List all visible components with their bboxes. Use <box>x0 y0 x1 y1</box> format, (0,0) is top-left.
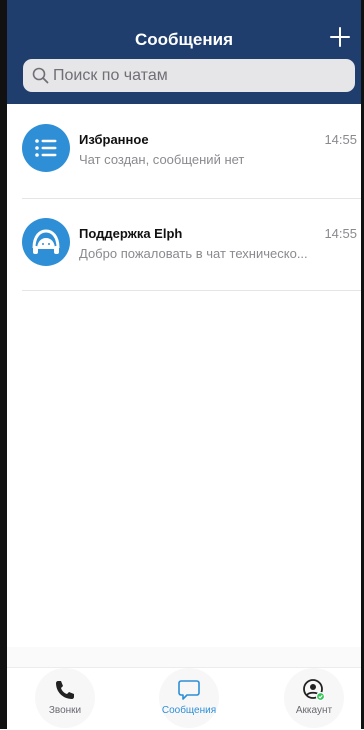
chat-preview: Чат создан, сообщений нет <box>79 152 245 167</box>
chat-time: 14:55 <box>324 132 357 147</box>
chat-time: 14:55 <box>324 226 357 241</box>
divider <box>22 290 361 291</box>
phone-icon <box>56 681 74 699</box>
page-title: Сообщения <box>135 30 233 49</box>
tab-label: Аккаунт <box>295 705 333 716</box>
chat-name: Поддержка Elph <box>79 226 183 241</box>
chat-avatar <box>22 124 70 172</box>
chat-item-support[interactable]: Поддержка Elph Добро пожаловать в чат те… <box>22 198 357 292</box>
new-chat-button[interactable] <box>327 24 353 50</box>
headset-icon <box>32 229 60 254</box>
tab-account[interactable]: Аккаунт <box>282 668 346 730</box>
tab-messages[interactable]: Сообщения <box>157 668 221 730</box>
search-bar[interactable] <box>23 59 355 92</box>
chat-preview: Добро пожаловать в чат техническо... <box>79 246 308 261</box>
screen-edge-left <box>0 0 7 729</box>
tab-bar: Звонки Сообщения Аккаунт <box>7 667 361 730</box>
tab-calls[interactable]: Звонки <box>33 668 97 730</box>
chat-name: Избранное <box>79 132 149 147</box>
search-input[interactable] <box>53 59 343 92</box>
chat-item-favorites[interactable]: Избранное Чат создан, сообщений нет 14:5… <box>22 104 357 198</box>
search-icon <box>32 67 49 84</box>
account-icon <box>303 679 326 702</box>
chat-avatar <box>22 218 70 266</box>
tabbar-shadow <box>7 647 361 667</box>
header: Сообщения <box>7 0 361 104</box>
list-icon <box>35 139 57 157</box>
tab-label: Звонки <box>48 705 82 716</box>
chat-bubble-icon <box>178 680 200 700</box>
tab-label: Сообщения <box>161 705 217 716</box>
